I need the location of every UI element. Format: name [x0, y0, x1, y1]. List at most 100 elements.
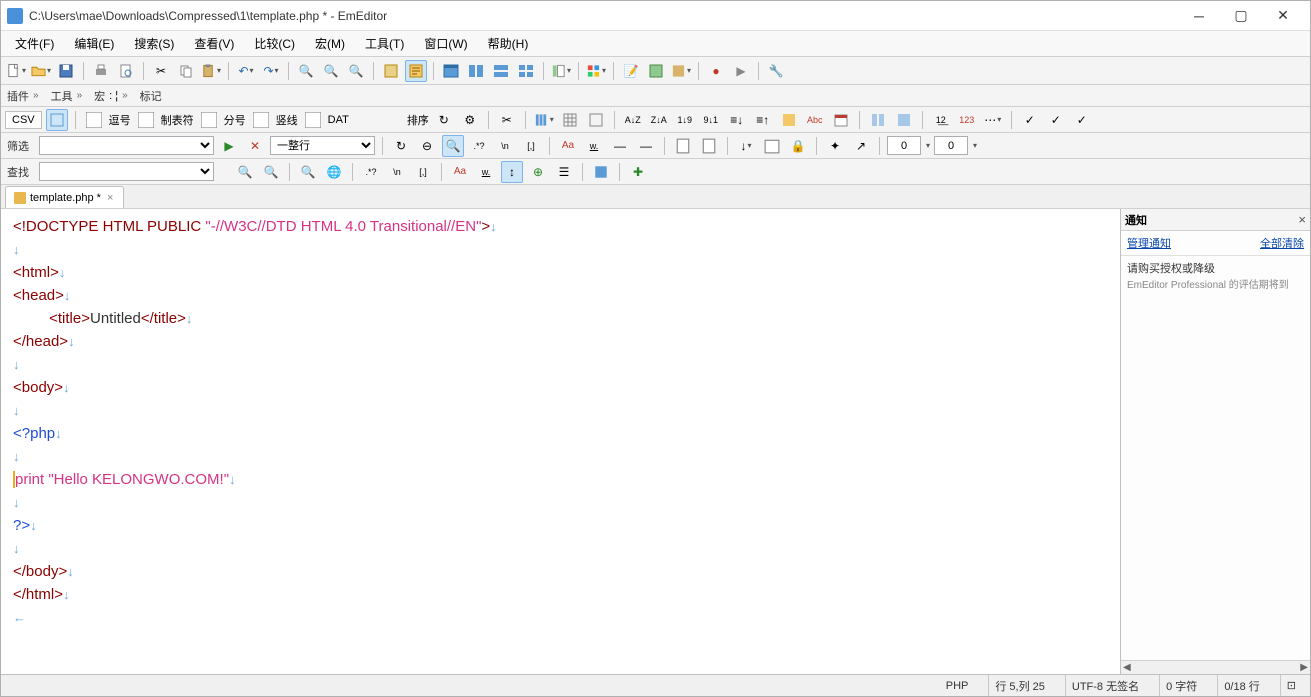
- filter-above-input[interactable]: [887, 136, 921, 155]
- cut-button[interactable]: ✂: [150, 60, 172, 82]
- layout1-button[interactable]: [440, 60, 462, 82]
- filter-arrow-button[interactable]: ↗: [850, 135, 872, 157]
- filter-go-button[interactable]: ▶: [218, 135, 240, 157]
- find-world-button[interactable]: 🌐: [323, 161, 345, 183]
- find-button[interactable]: 🔍: [295, 60, 317, 82]
- filter-doc1-button[interactable]: [672, 135, 694, 157]
- find-wrap-button[interactable]: ↕: [501, 161, 523, 183]
- split-col-button[interactable]: [867, 109, 889, 131]
- minimize-button[interactable]: ─: [1178, 2, 1220, 30]
- filter-line1-button[interactable]: —: [609, 135, 631, 157]
- scroll-right-icon[interactable]: ▶: [1300, 662, 1308, 673]
- menu-window[interactable]: 窗口(W): [414, 31, 477, 56]
- replace-button[interactable]: 🔍: [345, 60, 367, 82]
- find-word-button[interactable]: w.: [475, 161, 497, 183]
- tool3-button[interactable]: ▾: [670, 60, 692, 82]
- sort-az-button[interactable]: A↓Z: [622, 109, 644, 131]
- redo-button[interactable]: ↷▾: [260, 60, 282, 82]
- grid-button[interactable]: [585, 109, 607, 131]
- status-overwrite-icon[interactable]: ⊡: [1280, 675, 1302, 696]
- sort-19-button[interactable]: 1↓9: [674, 109, 696, 131]
- csv-mode-button[interactable]: CSV: [5, 111, 42, 129]
- layout4-button[interactable]: [515, 60, 537, 82]
- tab-button[interactable]: [135, 109, 157, 131]
- find-case-button[interactable]: Aa: [449, 161, 471, 183]
- layout3-button[interactable]: [490, 60, 512, 82]
- columns-button[interactable]: ▾: [533, 109, 555, 131]
- calendar-icon[interactable]: [830, 109, 852, 131]
- find-inc-button[interactable]: 🔍: [297, 161, 319, 183]
- delete-dup-button[interactable]: ✂: [496, 109, 518, 131]
- find-escape-button[interactable]: \n: [386, 161, 408, 183]
- tool1-button[interactable]: 📝: [620, 60, 642, 82]
- filter-abort-button[interactable]: ✕: [244, 135, 266, 157]
- paste-button[interactable]: ▾: [200, 60, 222, 82]
- config-button[interactable]: 🔧: [765, 60, 787, 82]
- abc-button[interactable]: Abc: [804, 109, 826, 131]
- maximize-button[interactable]: ▢: [1220, 2, 1262, 30]
- filter-lock-icon[interactable]: 🔒: [787, 135, 809, 157]
- menu-edit[interactable]: 编辑(E): [64, 31, 124, 56]
- wrap-window-button[interactable]: [405, 60, 427, 82]
- num2-button[interactable]: 123: [956, 109, 978, 131]
- save-button[interactable]: [55, 60, 77, 82]
- wrap-none-button[interactable]: [380, 60, 402, 82]
- sort-91-button[interactable]: 9↓1: [700, 109, 722, 131]
- filter-search-icon[interactable]: 🔍: [442, 135, 464, 157]
- menu-compare[interactable]: 比较(C): [244, 31, 305, 56]
- filter-doc2-button[interactable]: [698, 135, 720, 157]
- play-button[interactable]: ▶: [730, 60, 752, 82]
- semi-button[interactable]: [198, 109, 220, 131]
- menu-help[interactable]: 帮助(H): [478, 31, 539, 56]
- undo-button[interactable]: ↶▾: [235, 60, 257, 82]
- num-button[interactable]: 1̲2̲: [930, 109, 952, 131]
- join-col-button[interactable]: [893, 109, 915, 131]
- print-preview-button[interactable]: [115, 60, 137, 82]
- clear-all-link[interactable]: 全部清除: [1260, 235, 1304, 251]
- find-add-button[interactable]: ✚: [627, 161, 649, 183]
- panel-scrollbar[interactable]: ◀▶: [1121, 660, 1310, 674]
- open-file-button[interactable]: ▾: [30, 60, 52, 82]
- panel-close-button[interactable]: ×: [1298, 212, 1306, 227]
- menu-search[interactable]: 搜索(S): [124, 31, 184, 56]
- filter-cal-button[interactable]: [761, 135, 783, 157]
- sort-options-button[interactable]: [778, 109, 800, 131]
- find-list-button[interactable]: ☰: [553, 161, 575, 183]
- filter-escape-button[interactable]: \n: [494, 135, 516, 157]
- find-next-button[interactable]: 🔍: [320, 60, 342, 82]
- check2-button[interactable]: ✓: [1045, 109, 1067, 131]
- find-next-button[interactable]: 🔍: [260, 161, 282, 183]
- status-language[interactable]: PHP: [940, 675, 975, 696]
- record-button[interactable]: ●: [705, 60, 727, 82]
- pipe-button[interactable]: [250, 109, 272, 131]
- menu-tools[interactable]: 工具(T): [355, 31, 414, 56]
- new-file-button[interactable]: ▾: [5, 60, 27, 82]
- close-button[interactable]: ✕: [1262, 2, 1304, 30]
- manage-notifications-link[interactable]: 管理通知: [1127, 235, 1171, 251]
- menu-macro[interactable]: 宏(M): [305, 31, 355, 56]
- filter-down-button[interactable]: ↓▾: [735, 135, 757, 157]
- find-bracket-button[interactable]: [,]: [412, 161, 434, 183]
- find-count-button[interactable]: ⊕: [527, 161, 549, 183]
- filter-bracket-button[interactable]: [,]: [520, 135, 542, 157]
- ellipsis-button[interactable]: ⋯▾: [982, 109, 1004, 131]
- filter-neg-button[interactable]: ⊖: [416, 135, 438, 157]
- tab-close-button[interactable]: ×: [105, 192, 115, 204]
- filter-star-button[interactable]: ✦: [824, 135, 846, 157]
- color-button[interactable]: ▾: [585, 60, 607, 82]
- filter-regex-button[interactable]: .*?: [468, 135, 490, 157]
- refresh-icon[interactable]: ↻: [433, 109, 455, 131]
- scroll-left-icon[interactable]: ◀: [1123, 662, 1131, 673]
- filter-line2-button[interactable]: —: [635, 135, 657, 157]
- filter-word-button[interactable]: w.: [583, 135, 605, 157]
- layout2-button[interactable]: [465, 60, 487, 82]
- outline-button[interactable]: ▾: [550, 60, 572, 82]
- table-button[interactable]: [559, 109, 581, 131]
- spinner-icon[interactable]: ▾: [926, 141, 930, 150]
- filter-refresh-icon[interactable]: ↻: [390, 135, 412, 157]
- tool2-button[interactable]: [645, 60, 667, 82]
- sort-za-button[interactable]: Z↓A: [648, 109, 670, 131]
- comma-button[interactable]: [83, 109, 105, 131]
- find-regex-button[interactable]: .*?: [360, 161, 382, 183]
- check3-button[interactable]: ✓: [1071, 109, 1093, 131]
